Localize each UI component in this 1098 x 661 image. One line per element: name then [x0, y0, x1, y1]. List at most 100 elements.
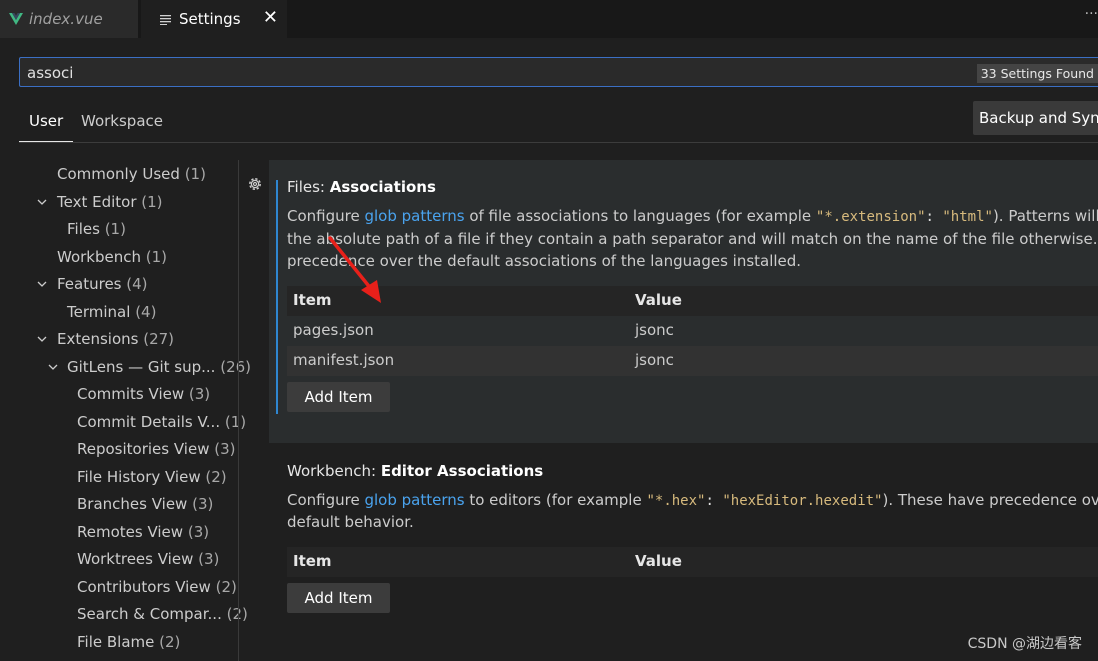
settings-file-icon [160, 14, 171, 25]
row-item: manifest.json [293, 351, 395, 369]
toc-item-files[interactable]: Files (1) [67, 217, 126, 241]
settings-toc: Commonly Used (1) Text Editor (1) Files … [0, 160, 251, 661]
toc-count: (3) [198, 550, 220, 568]
setting-title: Workbench: Editor Associations [287, 462, 543, 480]
toc-item-gitlens[interactable]: GitLens — Git sup... (26) [67, 355, 251, 379]
chevron-down-icon[interactable] [37, 279, 47, 289]
toc-count: (1) [184, 165, 206, 183]
toc-label: Terminal [67, 303, 131, 321]
results-count-badge: 33 Settings Found [976, 64, 1098, 83]
toc-label: Branches View [77, 495, 188, 513]
tab-workspace[interactable]: Workspace [81, 112, 163, 130]
tab-index-vue[interactable]: index.vue [0, 0, 138, 38]
tab-settings[interactable]: Settings ✕ [141, 0, 287, 38]
add-item-button[interactable]: Add Item [287, 583, 390, 613]
gear-icon[interactable] [246, 175, 264, 193]
toc-item-branches-view[interactable]: Branches View (3) [77, 492, 213, 516]
code-colon: : [925, 209, 943, 225]
toc-count: (1) [141, 193, 163, 211]
add-item-button[interactable]: Add Item [287, 382, 390, 412]
toc-label: Search & Compar... [77, 605, 222, 623]
toc-count: (1) [224, 413, 247, 431]
toc-count: (3) [187, 523, 210, 541]
toc-count: (4) [126, 275, 148, 293]
more-actions-icon[interactable]: ··· [1085, 6, 1098, 22]
toc-item-text-editor[interactable]: Text Editor (1) [57, 190, 163, 214]
desc-text: Configure [287, 491, 365, 509]
toc-count: (3) [214, 440, 236, 458]
toc-item-repositories-view[interactable]: Repositories View (3) [77, 437, 236, 461]
desc-text: ). Patterns will ma [992, 207, 1098, 225]
toc-label: Contributors View [77, 578, 211, 596]
toc-count: (2) [205, 468, 227, 486]
column-header-value: Value [635, 291, 682, 309]
table-row[interactable]: pages.json jsonc [287, 316, 1098, 346]
chevron-down-icon[interactable] [48, 362, 58, 372]
toc-label: File History View [77, 468, 201, 486]
row-value: jsonc [635, 351, 674, 369]
desc-text: of file associations to languages (for e… [464, 207, 816, 225]
toc-item-contributors-view[interactable]: Contributors View (2) [77, 575, 237, 599]
row-value: jsonc [635, 321, 674, 339]
toc-item-search-compare[interactable]: Search & Compar... (2) [77, 602, 248, 626]
column-header-item: Item [293, 291, 332, 309]
setting-category: Workbench: [287, 462, 381, 480]
toc-label: GitLens — Git sup... [67, 358, 216, 376]
setting-description: Configure glob patterns of file associat… [287, 205, 1098, 229]
toc-count: (3) [192, 495, 214, 513]
setting-description: Configure glob patterns to editors (for … [287, 489, 1098, 513]
table-row[interactable]: manifest.json jsonc [287, 346, 1098, 376]
settings-search-input[interactable] [27, 62, 927, 84]
toc-label: Commits View [77, 385, 185, 403]
toc-count: (27) [143, 330, 175, 348]
toc-item-worktrees-view[interactable]: Worktrees View (3) [77, 547, 219, 571]
toc-label: Extensions [57, 330, 139, 348]
setting-description-line: default behavior. [287, 513, 414, 531]
toc-item-file-blame[interactable]: File Blame (2) [77, 630, 180, 654]
close-icon[interactable]: ✕ [263, 7, 278, 28]
toc-item-extensions[interactable]: Extensions (27) [57, 327, 174, 351]
setting-category: Files: [287, 178, 330, 196]
toc-item-features[interactable]: Features (4) [57, 272, 148, 296]
toc-label: File Blame [77, 633, 155, 651]
settings-search-box: 33 Settings Found [19, 57, 1098, 87]
toc-count: (3) [188, 385, 211, 403]
toc-label: Repositories View [77, 440, 210, 458]
toc-item-workbench[interactable]: Workbench (1) [57, 245, 167, 269]
tab-label: index.vue [29, 10, 103, 28]
column-header-item: Item [293, 552, 332, 570]
editor-tab-bar: index.vue Settings ✕ ··· [0, 0, 1098, 38]
toc-item-commit-details-view[interactable]: Commit Details V... (1) [77, 410, 246, 434]
setting-description-line: precedence over the default associations… [287, 252, 802, 270]
toc-count: (2) [159, 633, 181, 651]
toc-item-commits-view[interactable]: Commits View (3) [77, 382, 210, 406]
toc-count: (1) [145, 248, 168, 266]
code-colon: : [705, 493, 723, 509]
setting-name: Associations [329, 178, 436, 196]
setting-name: Editor Associations [380, 462, 544, 480]
glob-patterns-link[interactable]: glob patterns [364, 491, 464, 509]
row-item: pages.json [293, 321, 374, 339]
setting-focus-indicator [276, 180, 278, 414]
toc-item-commonly-used[interactable]: Commonly Used (1) [57, 162, 206, 186]
toc-count: (26) [220, 358, 252, 376]
toc-item-terminal[interactable]: Terminal (4) [67, 300, 156, 324]
toc-label: Worktrees View [77, 550, 194, 568]
toc-item-remotes-view[interactable]: Remotes View (3) [77, 520, 209, 544]
toc-item-file-history-view[interactable]: File History View (2) [77, 465, 227, 489]
toc-label: Commonly Used [57, 165, 180, 183]
toc-label: Workbench [57, 248, 141, 266]
backup-and-sync-button[interactable]: Backup and Sync Settings [973, 101, 1098, 135]
code-key: "*.extension" [815, 209, 926, 225]
code-value: "hexEditor.hexedit" [722, 493, 883, 509]
toc-label: Remotes View [77, 523, 184, 541]
desc-text: ). These have precedence over [882, 491, 1098, 509]
table-header: Item Value [287, 547, 1098, 577]
watermark-text: CSDN @湖边看客 [967, 636, 1082, 652]
glob-patterns-link[interactable]: glob patterns [364, 207, 464, 225]
chevron-down-icon[interactable] [37, 334, 47, 344]
code-value: "html" [942, 209, 993, 225]
tab-user[interactable]: User [18, 112, 74, 142]
setting-title: Files: Associations [287, 178, 436, 196]
chevron-down-icon[interactable] [37, 197, 47, 207]
